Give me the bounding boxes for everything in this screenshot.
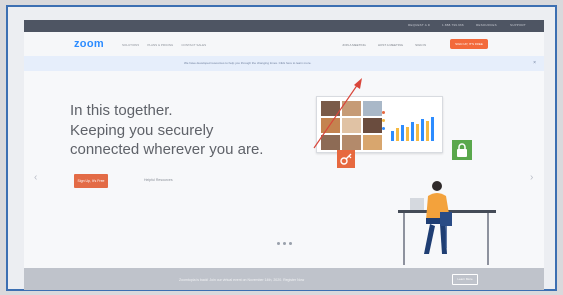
nav-left-links: SOLUTIONS PLANS & PRICING CONTACT SALES: [122, 43, 206, 47]
hero-headline-line: In this together.: [70, 102, 173, 119]
legend-dot: [382, 119, 385, 122]
zoom-logo[interactable]: zoom: [74, 38, 104, 50]
utility-link-resources[interactable]: RESOURCES: [476, 23, 498, 27]
legend-dots: [382, 111, 385, 130]
promo-text: Zoomtopia is back! Join our virtual even…: [179, 278, 305, 282]
carousel-dot[interactable]: [283, 242, 286, 245]
bar-illustration: [391, 117, 434, 141]
person-at-desk-illustration: [398, 181, 496, 265]
hero-headline-line: connected wherever you are.: [70, 141, 264, 158]
carousel-prev-icon[interactable]: ‹: [34, 172, 37, 183]
utility-link-support[interactable]: SUPPORT: [510, 23, 532, 27]
utility-link-phone[interactable]: 1.888.799.9666: [442, 23, 464, 27]
utility-link-request-demo[interactable]: REQUEST A DEMO: [408, 23, 430, 27]
hero-headline-line: Keeping you securely: [70, 121, 214, 139]
info-banner[interactable]: We have developed resources to help you …: [24, 56, 544, 71]
carousel-dot[interactable]: [277, 242, 280, 245]
hero-signup-button[interactable]: Sign Up, It's Free: [74, 174, 108, 188]
helpful-resources-link[interactable]: Helpful Resources: [144, 178, 173, 182]
carousel-dots: [277, 242, 292, 245]
nav-item-solutions[interactable]: SOLUTIONS: [122, 43, 139, 47]
legend-dot: [382, 111, 385, 114]
banner-text[interactable]: We have developed resources to help you …: [184, 61, 311, 65]
promo-learn-button[interactable]: Learn More: [452, 274, 478, 285]
screenshot-frame: REQUEST A DEMO 1.888.799.9666 RESOURCES …: [0, 0, 563, 295]
hero-headline: In this together. Keeping you securely con…: [70, 101, 310, 160]
lock-glyph: [457, 143, 467, 157]
lock-icon: [452, 140, 472, 160]
nav-item-sign-in[interactable]: SIGN IN: [415, 43, 426, 47]
nav-item-host-meeting[interactable]: HOST A MEETING: [378, 43, 403, 47]
close-icon[interactable]: ×: [533, 60, 536, 66]
utility-links: REQUEST A DEMO 1.888.799.9666 RESOURCES …: [408, 23, 532, 27]
carousel-next-icon[interactable]: ›: [530, 172, 533, 183]
carousel-dot[interactable]: [289, 242, 292, 245]
annotation-arrow: [313, 78, 362, 149]
main-navigation: zoom SOLUTIONS PLANS & PRICING CONTACT S…: [24, 32, 544, 56]
nav-right-links: JOIN A MEETING HOST A MEETING SIGN IN: [342, 43, 426, 47]
nav-item-contact-sales[interactable]: CONTACT SALES: [181, 43, 206, 47]
top-utility-bar: REQUEST A DEMO 1.888.799.9666 RESOURCES …: [24, 20, 544, 32]
legend-dot: [382, 127, 385, 130]
signup-button[interactable]: SIGN UP, IT'S FREE: [450, 39, 488, 49]
nav-item-plans-pricing[interactable]: PLANS & PRICING: [147, 43, 173, 47]
nav-item-join-meeting[interactable]: JOIN A MEETING: [342, 43, 366, 47]
